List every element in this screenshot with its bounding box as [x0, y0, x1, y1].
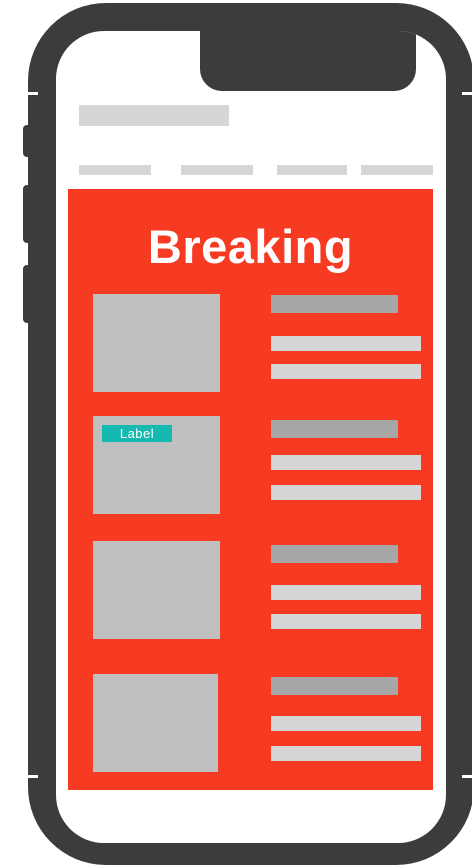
phone-notch	[200, 31, 416, 91]
article-text-line	[271, 455, 421, 470]
article-text-line	[271, 585, 421, 600]
label-badge: Label	[102, 425, 172, 442]
mute-switch	[23, 125, 33, 157]
page-title-placeholder	[79, 105, 229, 126]
article-thumbnail[interactable]	[93, 294, 220, 392]
article-text-line	[271, 336, 421, 351]
article-text-line	[271, 716, 421, 731]
antenna-line	[28, 92, 38, 95]
volume-down-button	[23, 265, 33, 323]
article-headline[interactable]	[271, 677, 398, 695]
article-thumbnail[interactable]	[93, 541, 220, 639]
nav-tab-4[interactable]	[361, 165, 433, 175]
volume-up-button	[23, 185, 33, 243]
article-headline[interactable]	[271, 295, 398, 313]
article-headline[interactable]	[271, 545, 398, 563]
section-title: Breaking	[147, 220, 354, 273]
article-thumbnail[interactable]	[93, 674, 218, 772]
article-text-line	[271, 614, 421, 629]
antenna-line	[462, 92, 472, 95]
article-text-line	[271, 485, 421, 500]
nav-tab-3[interactable]	[277, 165, 347, 175]
nav-tab-1[interactable]	[79, 165, 151, 175]
article-text-line	[271, 746, 421, 761]
antenna-line	[462, 775, 472, 778]
nav-tab-2[interactable]	[181, 165, 253, 175]
article-headline[interactable]	[271, 420, 398, 438]
antenna-line	[28, 775, 38, 778]
article-text-line	[271, 364, 421, 379]
